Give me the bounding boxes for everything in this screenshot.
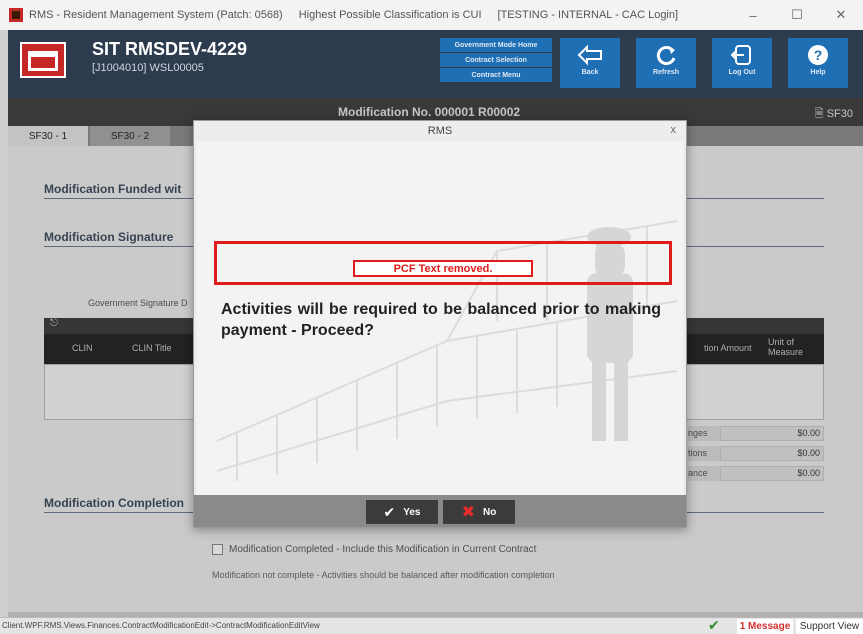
checkmark-icon: ✔ [708,617,720,633]
help-icon: ? [808,45,828,65]
logout-icon [730,45,751,65]
back-arrow-icon [577,44,602,66]
system-subtitle: [J1004010] WSL00005 [92,62,204,74]
help-label: Help [810,69,826,76]
system-title: SIT RMSDEV-4229 [92,39,248,59]
pcf-removed-notice: PCF Text removed. [353,260,533,277]
refresh-button[interactable]: Refresh [636,38,696,88]
dialog-close-button[interactable]: x [671,124,677,136]
no-label: No [483,506,497,518]
dialog-message: Activities will be required to be balanc… [221,301,661,339]
dialog-body: PCF Text removed. Activities will be req… [197,141,683,495]
status-bar: Client.WPF.RMS.Views.Finances.ContractMo… [0,617,863,634]
app-header: SIT RMSDEV-4229 [J1004010] WSL00005 Gove… [8,30,863,98]
back-button[interactable]: Back [560,38,620,88]
minimize-button[interactable]: – [731,0,775,30]
svg-text:?: ? [814,47,823,63]
checkmark-icon: ✔ [383,503,396,520]
dialog-footer: ✔ Yes ✖ No [194,495,686,527]
support-view-button[interactable]: Support View [796,619,863,634]
contract-menu-link[interactable]: Contract Menu [440,68,552,82]
help-button[interactable]: ? Help [788,38,848,88]
environment-label: [TESTING - INTERNAL - CAC Login] [497,9,679,21]
window-titlebar: RMS - Resident Management System (Patch:… [0,0,863,30]
pcf-highlight-box: PCF Text removed. [214,241,672,285]
app-title: RMS - Resident Management System (Patch:… [29,9,283,21]
view-path: Client.WPF.RMS.Views.Finances.ContractMo… [2,621,320,630]
contract-selection-link[interactable]: Contract Selection [440,53,552,67]
dialog-title: RMS [427,125,453,137]
logout-label: Log Out [728,69,756,76]
app-logo-icon [9,8,23,22]
refresh-label: Refresh [652,69,680,76]
castle-logo-icon [20,42,66,78]
yes-button[interactable]: ✔ Yes [366,500,438,524]
rms-dialog: RMS x PCF Text removed. Activities will … [193,120,687,528]
government-menu: Government Mode Home Contract Selection … [440,38,552,83]
messages-button[interactable]: 1 Message [737,619,793,634]
red-x-icon: ✖ [461,504,476,521]
logout-button[interactable]: Log Out [712,38,772,88]
maximize-button[interactable]: ☐ [775,0,819,30]
back-label: Back [581,69,599,76]
government-mode-home-link[interactable]: Government Mode Home [440,38,552,52]
refresh-icon [656,46,676,65]
no-button[interactable]: ✖ No [443,500,515,524]
yes-label: Yes [403,506,421,518]
classification-label: Highest Possible Classification is CUI [298,9,482,21]
close-window-button[interactable]: ✕ [819,0,863,30]
